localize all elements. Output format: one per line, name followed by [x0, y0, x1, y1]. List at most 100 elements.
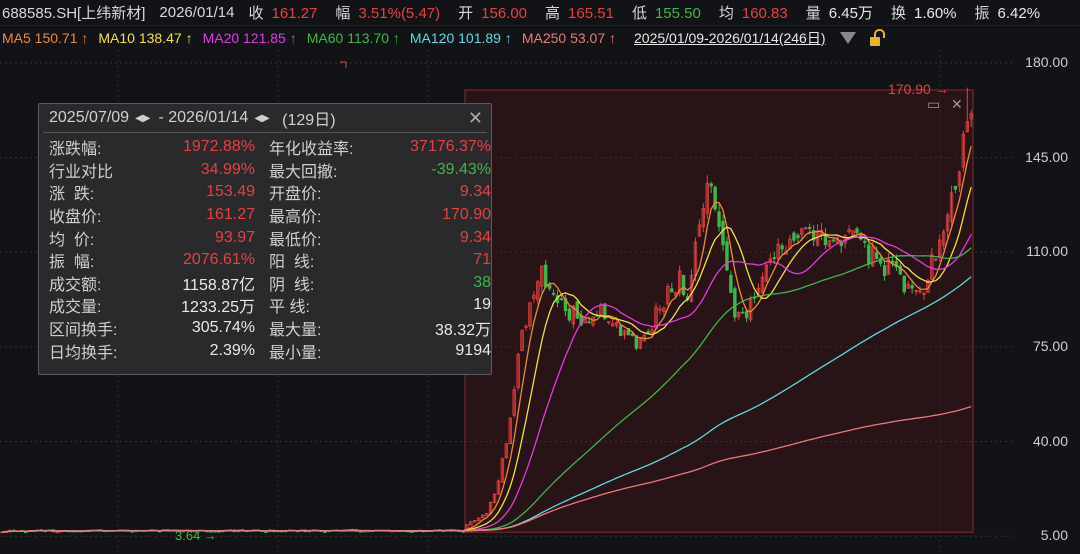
stat-row: 行业对比 34.99% — [49, 159, 269, 182]
candle-body — [559, 298, 564, 301]
stat-row: 涨跌幅: 1972.88% — [49, 136, 269, 159]
stat-row: 最大回撤: -39.43% — [269, 159, 499, 182]
day-count: (129日) — [282, 112, 336, 129]
stat-label: 收盘价: — [49, 209, 102, 227]
stat-row: 日均换手: 2.39% — [49, 339, 269, 362]
quote-value: 3.51%(5.47) — [358, 4, 441, 22]
quote-bar: 688585.SH[上纬新材] 2026/01/14 收 161.27 幅 3.51%… — [0, 0, 1080, 24]
quote-0: 收 161.27 — [248, 2, 321, 23]
stat-row: 均 价: 93.97 — [49, 226, 269, 249]
candle-body — [670, 288, 674, 293]
stat-value: 153.49 — [206, 183, 255, 201]
stat-label: 日均换手: — [49, 344, 118, 362]
y-axis-label: 5.00 — [1040, 527, 1068, 544]
stock-symbol: 688585.SH[上纬新材] — [2, 4, 146, 22]
quote-8: 振 6.42% — [975, 2, 1045, 23]
lock-icon[interactable] — [869, 28, 885, 46]
candle-body — [544, 264, 548, 288]
stat-value: 9.34 — [459, 183, 491, 201]
quote-6: 量 6.45万 — [806, 2, 877, 23]
quote-1: 幅 3.51%(5.47) — [335, 2, 444, 23]
quote-value: 6.45万 — [828, 4, 873, 22]
stat-label: 开盘价: — [269, 186, 322, 204]
stat-value: 2.39% — [209, 341, 255, 359]
candle-body — [618, 325, 623, 337]
end-date: 2026/01/14 — [168, 109, 249, 126]
candle-body — [713, 186, 717, 210]
stat-value: 1972.88% — [182, 138, 255, 156]
stat-row: 阳 线: 71 — [269, 249, 499, 272]
quote-label: 振 — [974, 4, 990, 22]
stat-value: 38 — [473, 273, 491, 291]
candle-body — [855, 228, 859, 234]
stat-label: 最低价: — [269, 231, 322, 249]
y-axis-label: 145.00 — [1025, 148, 1068, 165]
candle-body — [264, 531, 268, 533]
selected-range-box — [464, 89, 974, 533]
panel-header: 2025/07/09 ◀▶ - 2026/01/14 ◀▶ (129日) — [43, 104, 487, 133]
candle-body — [717, 211, 721, 227]
stat-row: 平 线: 19 — [269, 294, 499, 317]
stat-value: 71 — [473, 251, 491, 269]
candle-body — [741, 311, 745, 314]
y-axis-label: 110.00 — [1026, 243, 1068, 260]
stat-value: 1158.87亿 — [182, 276, 255, 294]
stat-value: 34.99% — [200, 160, 255, 178]
stat-label: 平 线: — [269, 299, 310, 317]
quote-value: 161.27 — [271, 4, 318, 22]
stat-row: 年化收益率: 37176.37% — [269, 136, 499, 159]
quote-3: 高 165.51 — [545, 2, 618, 23]
candle-body — [796, 234, 800, 239]
stat-label: 最大回撤: — [269, 163, 338, 181]
end-date-stepper-icon[interactable]: ◀▶ — [254, 113, 269, 124]
start-date-stepper-icon[interactable]: ◀▶ — [135, 113, 150, 124]
stat-row: 开盘价: 9.34 — [269, 181, 499, 204]
quote-date: 2026/01/14 — [159, 3, 235, 21]
stat-value: 305.74% — [191, 319, 255, 337]
candle-body — [587, 321, 591, 324]
quote-label: 高 — [545, 4, 561, 22]
quote-value: 160.83 — [741, 4, 788, 22]
quote-label: 开 — [458, 4, 474, 22]
stat-value: 37176.37% — [410, 138, 491, 156]
stat-value: 1233.25万 — [181, 299, 255, 317]
candle-body — [721, 220, 725, 246]
stat-value: 19 — [473, 296, 491, 314]
ma-legend-item: MA5 150.71 ↑ — [2, 30, 89, 46]
stat-label: 阳 线: — [269, 254, 315, 272]
stat-value: 161.27 — [206, 206, 255, 224]
stat-row: 振 幅: 2076.61% — [49, 249, 269, 272]
quote-5: 均 160.83 — [719, 2, 792, 23]
stat-label: 最高价: — [269, 209, 322, 227]
quote-label: 均 — [718, 4, 734, 22]
stat-label: 最小量: — [269, 344, 322, 362]
quote-label: 换 — [890, 4, 906, 22]
start-date: 2025/07/09 — [49, 109, 130, 126]
quote-4: 低 155.50 — [632, 2, 705, 23]
candle-body — [831, 239, 836, 242]
candle-body — [567, 308, 572, 321]
date-range-selector[interactable]: 2025/01/09-2026/01/14(246日) — [634, 28, 825, 48]
stat-row: 最大量: 38.32万 — [269, 317, 499, 340]
stat-row: 区间换手: 305.74% — [49, 317, 269, 340]
y-axis-label: 40.00 — [1032, 432, 1068, 449]
stat-row: 成交额: 1158.87亿 — [49, 272, 269, 295]
close-panel-icon[interactable]: ✕ — [468, 108, 483, 129]
range-low-label: 3.64 → — [175, 528, 217, 543]
ma-legend: MA5 150.71 ↑ MA10 138.47 ↑ MA20 121.85 ↑ MA… — [0, 25, 1080, 50]
close-range-icon[interactable]: ✕ — [951, 96, 963, 113]
stat-label: 年化收益率: — [269, 141, 354, 159]
candle-body — [681, 275, 686, 296]
candle-body — [953, 185, 958, 190]
candle-body — [323, 531, 327, 534]
dropdown-triangle-icon[interactable] — [839, 32, 856, 44]
ma-legend-item: MA60 113.70 ↑ — [306, 30, 400, 46]
stat-row: 涨 跌: 153.49 — [49, 181, 269, 204]
candle-body — [902, 275, 906, 293]
candle-body — [725, 241, 729, 271]
candle-body — [780, 245, 784, 250]
range-low-value: 3.64 — [175, 528, 201, 543]
quote-7: 换 1.60% — [891, 2, 961, 23]
maximize-icon[interactable]: ▭ — [927, 96, 940, 113]
candle-body — [863, 240, 867, 243]
